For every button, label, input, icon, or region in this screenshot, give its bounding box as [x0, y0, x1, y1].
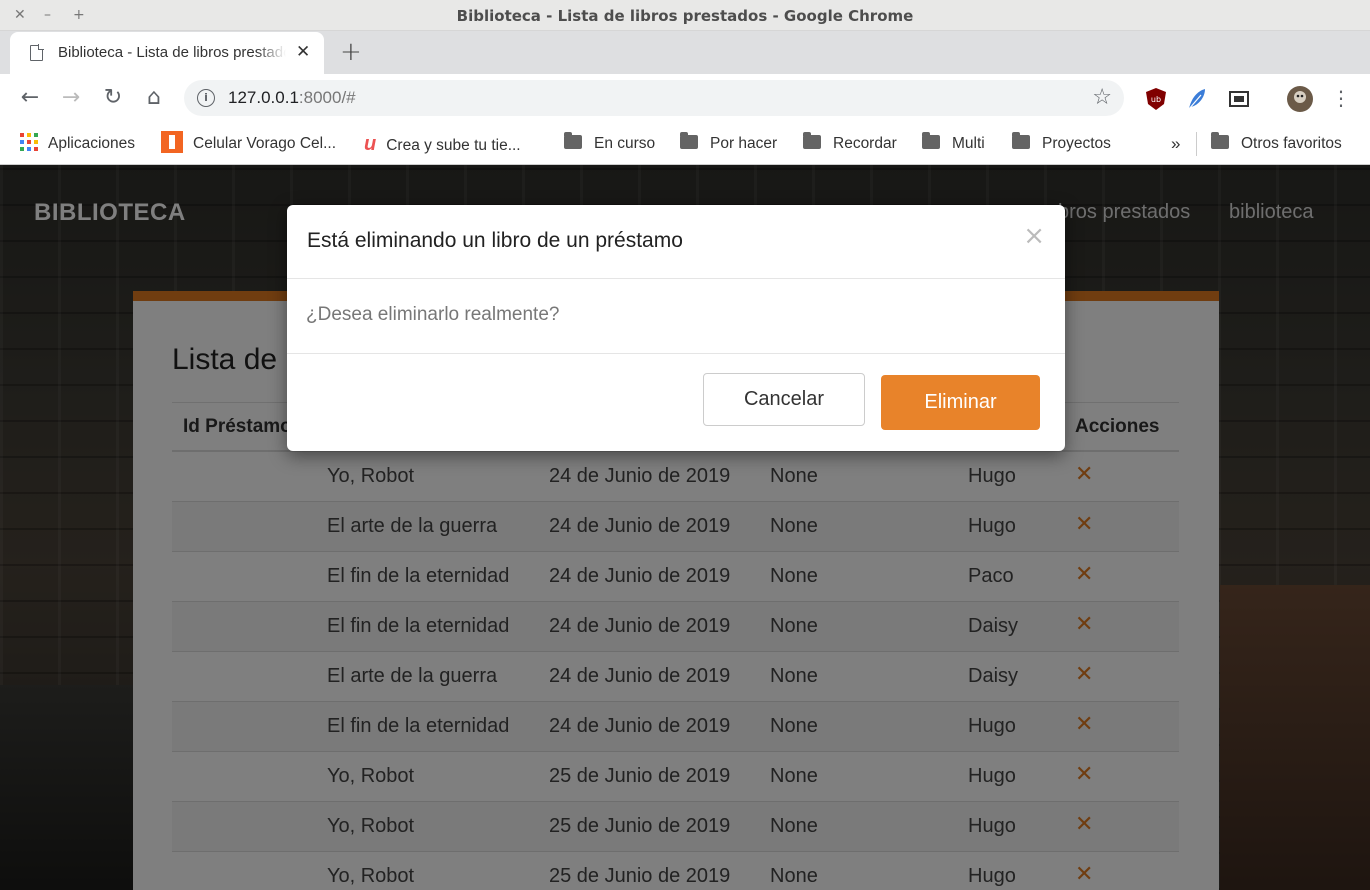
folder-icon: [1012, 132, 1030, 149]
browser-toolbar: ← → ↻ ⌂ i 127.0.0.1:8000/# ☆ ub ⋮: [0, 74, 1370, 124]
bookmark-folder-otros[interactable]: Otros favoritos: [1211, 130, 1342, 158]
vorago-logo-icon: [161, 131, 183, 153]
bookmark-folder-recordar[interactable]: Recordar: [803, 130, 897, 158]
bookmark-label: Recordar: [833, 135, 897, 152]
bookmarks-divider: [1196, 132, 1197, 156]
bookmark-aplicaciones[interactable]: Aplicaciones: [20, 130, 135, 158]
browser-menu-icon[interactable]: ⋮: [1327, 85, 1355, 113]
address-bar[interactable]: i 127.0.0.1:8000/# ☆: [184, 80, 1124, 116]
delete-confirm-modal: Está eliminando un libro de un préstamo …: [287, 205, 1065, 451]
bookmark-label: Aplicaciones: [48, 135, 136, 152]
bookmarks-overflow-button[interactable]: »: [1171, 130, 1180, 158]
apps-grid-icon: [20, 133, 38, 151]
svg-text:ub: ub: [1151, 95, 1161, 104]
bookmark-label: Multi: [952, 135, 985, 152]
page-icon: [30, 44, 44, 61]
modal-header: Está eliminando un libro de un préstamo …: [287, 205, 1065, 279]
folder-icon: [564, 132, 582, 149]
bookmark-folder-multi[interactable]: Multi: [922, 130, 985, 158]
profile-avatar-icon[interactable]: [1286, 85, 1314, 113]
bookmark-udemy[interactable]: u Crea y sube tu tie...: [364, 130, 521, 158]
url-host: 127.0.0.1: [228, 88, 299, 107]
back-icon[interactable]: ←: [16, 85, 44, 113]
browser-window: { "window": {"title": "Biblioteca - List…: [0, 0, 1370, 890]
folder-icon: [1211, 132, 1229, 149]
bookmark-label: Otros favoritos: [1241, 135, 1342, 152]
udemy-logo-icon: u: [364, 133, 377, 155]
cancel-button[interactable]: Cancelar: [703, 373, 865, 426]
tab-strip: Biblioteca - Lista de libros prestados ✕…: [0, 31, 1370, 74]
modal-body: ¿Desea eliminarlo realmente?: [287, 279, 1065, 354]
site-info-icon[interactable]: i: [197, 89, 215, 107]
feather-icon[interactable]: [1185, 87, 1209, 111]
modal-message: ¿Desea eliminarlo realmente?: [306, 304, 560, 325]
reload-icon[interactable]: ↻: [99, 85, 127, 113]
window-title: Biblioteca - Lista de libros prestados -…: [456, 7, 914, 25]
bookmark-label: En curso: [594, 135, 656, 152]
url-text[interactable]: 127.0.0.1:8000/#: [228, 88, 356, 108]
tab-biblioteca[interactable]: Biblioteca - Lista de libros prestados ✕: [10, 32, 324, 74]
window-titlebar: ✕ – + Biblioteca - Lista de libros prest…: [0, 0, 1370, 31]
bookmark-label: Celular Vorago Cel...: [193, 135, 337, 152]
screenshot-icon[interactable]: [1227, 87, 1251, 111]
tab-close-icon[interactable]: ✕: [296, 42, 310, 62]
home-icon[interactable]: ⌂: [140, 85, 168, 113]
modal-title: Está eliminando un libro de un préstamo: [307, 229, 683, 252]
forward-icon[interactable]: →: [57, 85, 85, 113]
folder-icon: [922, 132, 940, 149]
folder-icon: [803, 132, 821, 149]
tab-label: Biblioteca - Lista de libros prestados: [58, 44, 286, 61]
bookmark-label: Por hacer: [710, 135, 778, 152]
new-tab-icon[interactable]: +: [340, 38, 362, 66]
bookmark-folder-proyectos[interactable]: Proyectos: [1012, 130, 1111, 158]
modal-close-icon[interactable]: ×: [1023, 223, 1045, 249]
bookmark-label: Crea y sube tu tie...: [386, 137, 521, 154]
bookmark-star-icon[interactable]: ☆: [1092, 85, 1112, 110]
bookmarks-bar: Aplicaciones Celular Vorago Cel... u Crea…: [0, 124, 1370, 165]
ublock-icon[interactable]: ub: [1144, 87, 1168, 111]
bookmark-folder-por-hacer[interactable]: Por hacer: [680, 130, 777, 158]
bookmark-vorago[interactable]: Celular Vorago Cel...: [161, 130, 336, 158]
bookmark-label: Proyectos: [1042, 135, 1111, 152]
bookmark-folder-en-curso[interactable]: En curso: [564, 130, 655, 158]
url-path: :8000/#: [298, 88, 356, 107]
folder-icon: [680, 132, 698, 149]
confirm-delete-button[interactable]: Eliminar: [881, 375, 1040, 430]
